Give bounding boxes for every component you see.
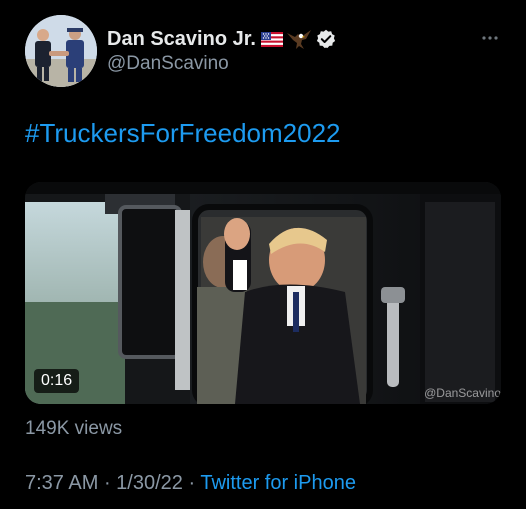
- verified-badge-icon[interactable]: [316, 29, 336, 49]
- view-count: 149K views: [25, 418, 123, 439]
- us-flag-icon: [260, 31, 283, 47]
- video-duration-badge: 0:16: [34, 369, 80, 393]
- video-player[interactable]: 0:16 @DanScavino: [25, 182, 501, 404]
- video-frame: [25, 182, 501, 404]
- author-display-name[interactable]: Dan Scavino Jr.: [107, 28, 256, 51]
- author-handle[interactable]: @DanScavino: [107, 53, 229, 75]
- meta-separator: ·: [98, 472, 117, 494]
- tweet-date[interactable]: 1/30/22: [116, 472, 183, 494]
- tweet-time[interactable]: 7:37 AM: [25, 472, 98, 494]
- author-name-row[interactable]: Dan Scavino Jr.: [107, 27, 336, 51]
- meta-separator: ·: [182, 472, 201, 494]
- tweet-source-link[interactable]: Twitter for iPhone: [200, 472, 356, 494]
- avatar-image: [25, 15, 97, 87]
- tweet-hashtag-link[interactable]: #TruckersForFreedom2022: [25, 118, 341, 149]
- video-watermark: @DanScavino: [424, 386, 501, 400]
- avatar[interactable]: [25, 15, 97, 87]
- more-options-icon[interactable]: [480, 28, 500, 48]
- tweet-timestamp-row: 7:37 AM · 1/30/22 · Twitter for iPhone: [25, 472, 356, 495]
- eagle-icon: [286, 27, 312, 51]
